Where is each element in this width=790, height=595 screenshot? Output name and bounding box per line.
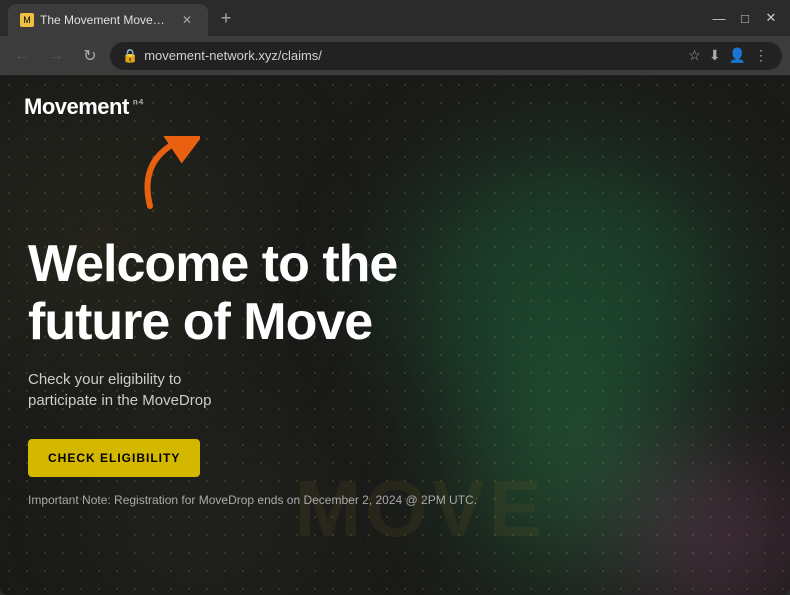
active-tab[interactable]: M The Movement MoveDrop ✕ <box>8 4 208 36</box>
tab-close-button[interactable]: ✕ <box>178 11 196 29</box>
address-bar-row: ← → ↻ 🔒 movement-network.xyz/claims/ ☆ ⬇… <box>0 36 790 76</box>
bookmark-icon[interactable]: ☆ <box>686 45 703 66</box>
site-main: Welcome to the future of Move Check your… <box>0 138 790 595</box>
important-note: Important Note: Registration for MoveDro… <box>28 493 762 507</box>
logo-superscript: ⁿ⁴ <box>133 95 144 111</box>
close-button[interactable]: ✕ <box>760 7 782 29</box>
address-box[interactable]: 🔒 movement-network.xyz/claims/ ☆ ⬇ 👤 ⋮ <box>110 42 782 70</box>
address-text: movement-network.xyz/claims/ <box>144 48 680 63</box>
logo-text: Movement <box>24 94 129 120</box>
download-icon[interactable]: ⬇ <box>707 45 723 66</box>
tab-favicon: M <box>20 13 34 27</box>
minimize-button[interactable]: — <box>708 7 730 29</box>
tab-bar: M The Movement MoveDrop ✕ + — □ ✕ <box>0 0 790 36</box>
site-nav: Movement ⁿ⁴ <box>0 76 790 138</box>
maximize-button[interactable]: □ <box>734 7 756 29</box>
refresh-button[interactable]: ↻ <box>76 42 104 70</box>
main-title: Welcome to the future of Move <box>28 236 762 350</box>
check-eligibility-button[interactable]: CHECK ELIGIBILITY <box>28 439 200 477</box>
website-content: MOVE Movement ⁿ⁴ <box>0 76 790 595</box>
address-icons: ☆ ⬇ 👤 ⋮ <box>686 45 770 66</box>
new-tab-button[interactable]: + <box>212 4 240 32</box>
website-ui: Movement ⁿ⁴ Welcome to the future of Mov… <box>0 76 790 595</box>
window-controls: — □ ✕ <box>708 7 782 29</box>
browser-frame: M The Movement MoveDrop ✕ + — □ ✕ ← → ↻ … <box>0 0 790 595</box>
main-subtitle: Check your eligibility toparticipate in … <box>28 369 762 411</box>
forward-button[interactable]: → <box>42 42 70 70</box>
menu-icon[interactable]: ⋮ <box>752 45 770 66</box>
lock-icon: 🔒 <box>122 48 138 64</box>
tab-title: The Movement MoveDrop <box>40 13 172 27</box>
site-logo: Movement ⁿ⁴ <box>24 94 144 120</box>
profile-icon[interactable]: 👤 <box>727 45 748 66</box>
back-button[interactable]: ← <box>8 42 36 70</box>
